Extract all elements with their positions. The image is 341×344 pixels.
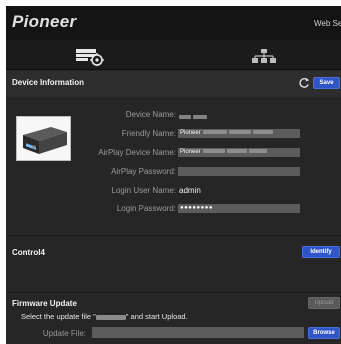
web-setup-link[interactable]: Web Setu [314, 19, 341, 28]
device-settings-icon [76, 48, 104, 66]
device-name-blurred [179, 114, 191, 119]
firmware-filename-blurred [95, 314, 126, 320]
firmware-title: Firmware Update [12, 299, 77, 308]
refresh-icon[interactable] [298, 77, 310, 89]
airplay-password-label: AirPlay Password: [111, 167, 176, 176]
login-password-field[interactable]: ●●●●●●●● [178, 204, 300, 213]
app-window: Pioneer Web Setu [6, 6, 341, 344]
friendly-name-label: Friendly Name: [121, 129, 176, 138]
browse-button[interactable]: Browse [308, 327, 340, 339]
device-info-header: Device Information [6, 71, 341, 97]
airplay-device-name-value: Pioneer [180, 149, 201, 155]
pioneer-logo: Pioneer [12, 12, 77, 31]
login-user-name-value: admin [179, 186, 201, 195]
airplay-device-name-field[interactable]: Pioneer [178, 148, 300, 157]
friendly-name-value: Pioneer [180, 130, 201, 136]
airplay-password-field[interactable] [178, 167, 300, 176]
identify-button[interactable]: Identify [302, 246, 340, 258]
update-file-field[interactable] [92, 327, 304, 338]
control4-title: Control4 [12, 248, 45, 257]
save-button[interactable]: Save [313, 77, 340, 89]
instruction-prefix: Select the update file " [21, 312, 96, 321]
network-icon [252, 49, 276, 63]
update-file-label: Update File: [42, 329, 86, 338]
top-header: Pioneer Web Setu [6, 6, 341, 40]
login-password-label: Login Password: [116, 204, 176, 213]
device-name-value [179, 112, 207, 121]
control4-section: Control4 [6, 236, 341, 292]
tab-bar [6, 40, 341, 70]
instruction-suffix: " and start Upload. [125, 312, 188, 321]
device-info-title: Device Information [12, 78, 85, 87]
airplay-device-name-label: AirPlay Device Name: [98, 148, 176, 157]
device-name-label: Device Name: [125, 110, 176, 119]
tab-network[interactable] [248, 46, 280, 66]
firmware-instruction: Select the update file " " and start Uplo… [21, 312, 188, 321]
tab-device-settings[interactable] [72, 46, 108, 66]
friendly-name-field[interactable]: Pioneer [178, 129, 300, 138]
login-user-name-label: Login User Name: [111, 186, 176, 195]
upload-button[interactable]: Upload [308, 297, 340, 309]
